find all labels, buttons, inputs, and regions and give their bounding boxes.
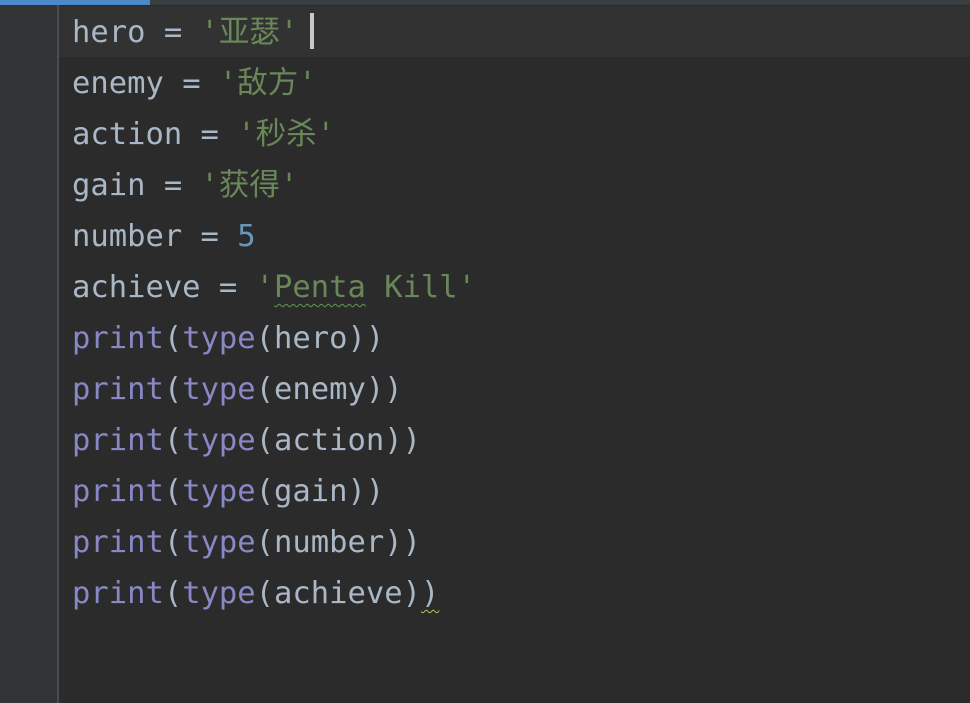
open-paren: ( (163, 576, 183, 611)
close-paren: ) (365, 474, 385, 509)
argument: hero (274, 321, 348, 356)
string-literal: '秒杀' (237, 117, 336, 152)
close-paren: ) (384, 525, 403, 560)
string-literal: '亚瑟' (200, 15, 299, 50)
argument: gain (274, 474, 348, 509)
close-paren: ) (347, 321, 366, 356)
open-paren: ( (255, 321, 275, 356)
variable-name: achieve (72, 270, 201, 305)
variable-name: enemy (72, 66, 164, 101)
open-paren: ( (255, 525, 275, 560)
builtin-print: print (72, 321, 164, 356)
variable-name: action (72, 117, 183, 152)
code-line[interactable]: print(type(gain)) (72, 466, 476, 517)
argument: enemy (274, 372, 366, 407)
builtin-type: type (182, 372, 256, 407)
builtin-type: type (182, 423, 256, 458)
builtin-print: print (72, 423, 164, 458)
code-line[interactable]: print(type(number)) (72, 517, 476, 568)
string-literal: '敌方' (218, 66, 317, 101)
variable-name: hero (72, 15, 146, 50)
code-line[interactable]: gain = '获得' (72, 160, 476, 211)
assign-operator: = (182, 117, 238, 152)
code-line[interactable]: print(type(hero)) (72, 313, 476, 364)
string-literal: '获得' (200, 168, 299, 203)
assign-operator: = (145, 15, 201, 50)
assign-operator: = (182, 219, 238, 254)
open-paren: ( (255, 474, 275, 509)
argument: action (274, 423, 385, 458)
code-line[interactable]: print(type(achieve)) (72, 568, 476, 619)
variable-name: gain (72, 168, 146, 203)
string-quote: ' (255, 270, 275, 305)
code-lines[interactable]: hero = '亚瑟' enemy = '敌方' action = '秒杀' g… (72, 7, 476, 619)
argument: achieve (274, 576, 403, 611)
spellcheck-typo-word[interactable]: Penta (274, 270, 366, 305)
close-paren: ) (384, 372, 403, 407)
close-paren: ) (402, 525, 421, 560)
number-literal: 5 (237, 219, 256, 254)
builtin-print: print (72, 372, 164, 407)
assign-operator: = (200, 270, 256, 305)
close-paren: ) (402, 423, 421, 458)
code-line[interactable]: print(type(action)) (72, 415, 476, 466)
text-caret (310, 12, 315, 49)
open-paren: ( (163, 525, 183, 560)
open-paren: ( (255, 423, 275, 458)
builtin-type: type (182, 525, 256, 560)
code-line[interactable]: enemy = '敌方' (72, 58, 476, 109)
argument: number (274, 525, 385, 560)
assign-operator: = (163, 66, 219, 101)
close-paren: ) (365, 372, 385, 407)
builtin-type: type (182, 576, 256, 611)
close-paren: ) (365, 321, 385, 356)
code-line[interactable]: action = '秒杀' (72, 109, 476, 160)
close-paren-warning[interactable]: ) (421, 576, 439, 611)
assign-operator: = (145, 168, 201, 203)
code-line[interactable]: hero = '亚瑟' (72, 7, 476, 58)
code-line[interactable]: number = 5 (72, 211, 476, 262)
open-paren: ( (163, 321, 183, 356)
builtin-print: print (72, 525, 164, 560)
string-literal-rest: Kill' (365, 270, 477, 305)
builtin-print: print (72, 576, 164, 611)
open-paren: ( (255, 372, 275, 407)
open-paren: ( (163, 372, 183, 407)
line-number-gutter[interactable] (0, 5, 57, 703)
open-paren: ( (163, 474, 183, 509)
code-line[interactable]: print(type(enemy)) (72, 364, 476, 415)
builtin-type: type (182, 474, 256, 509)
variable-name: number (72, 219, 183, 254)
builtin-type: type (182, 321, 256, 356)
open-paren: ( (255, 576, 275, 611)
builtin-print: print (72, 474, 164, 509)
close-paren: ) (402, 576, 421, 611)
code-line[interactable]: achieve = 'Penta Kill' (72, 262, 476, 313)
open-paren: ( (163, 423, 183, 458)
close-paren: ) (384, 423, 403, 458)
close-paren: ) (347, 474, 366, 509)
